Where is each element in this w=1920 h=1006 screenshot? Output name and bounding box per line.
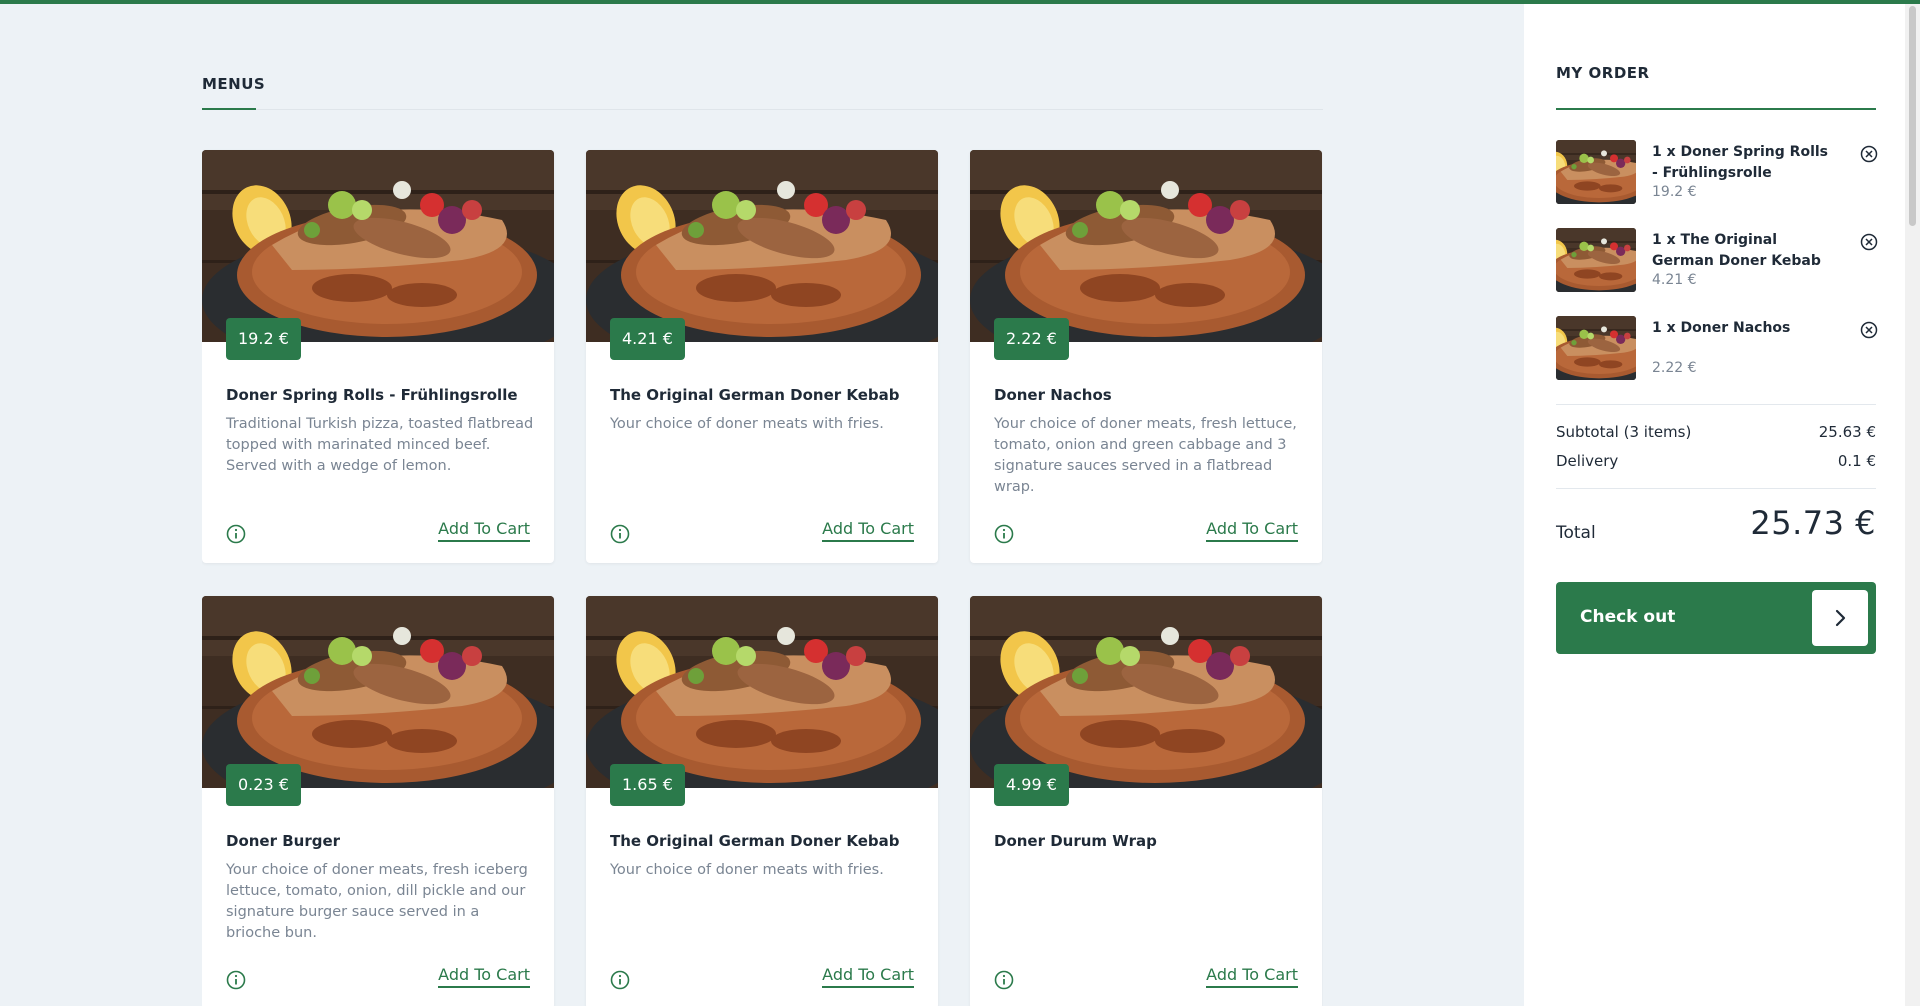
remove-item-icon[interactable] — [1860, 145, 1878, 163]
order-item-name: 1 x Doner Nachos — [1652, 320, 1791, 336]
price-badge: 2.22 € — [994, 318, 1069, 360]
subtotal-value: 25.63 € — [1818, 423, 1876, 441]
remove-item-icon[interactable] — [1860, 321, 1878, 339]
menu-item-title: Doner Nachos — [994, 386, 1112, 404]
remove-item-icon[interactable] — [1860, 233, 1878, 251]
price-badge: 1.65 € — [610, 764, 685, 806]
info-icon[interactable] — [994, 524, 1014, 544]
subtotal-row: Subtotal (3 items) 25.63 € — [1556, 423, 1876, 441]
delivery-row: Delivery 0.1 € — [1556, 452, 1876, 470]
menu-item-title: Doner Spring Rolls - Frühlingsrolle — [226, 386, 518, 404]
info-icon[interactable] — [610, 524, 630, 544]
order-item: 1 x Doner Spring Rolls - Frühlingsrolle … — [1556, 140, 1876, 206]
order-item-name: 1 x The Original German Doner Kebab — [1652, 232, 1821, 269]
menu-card: 4.99 € Doner Durum Wrap Add To Cart — [970, 596, 1322, 1006]
order-item-thumbnail — [1556, 316, 1636, 380]
menu-card: 19.2 € Doner Spring Rolls - Frühlingsrol… — [202, 150, 554, 563]
price-badge: 0.23 € — [226, 764, 301, 806]
menu-item-image — [970, 150, 1322, 342]
add-to-cart-button[interactable]: Add To Cart — [1206, 965, 1298, 988]
menu-card: 1.65 € The Original German Doner Kebab Y… — [586, 596, 938, 1006]
info-icon[interactable] — [994, 970, 1014, 990]
delivery-label: Delivery — [1556, 452, 1619, 470]
menus-title: MENUS — [202, 75, 266, 93]
menu-item-description: Traditional Turkish pizza, toasted flatb… — [226, 416, 534, 474]
menus-header: MENUS — [202, 70, 1323, 110]
add-to-cart-button[interactable]: Add To Cart — [438, 965, 530, 988]
menu-card: 2.22 € Doner Nachos Your choice of doner… — [970, 150, 1322, 563]
price-badge: 4.21 € — [610, 318, 685, 360]
menu-item-title: The Original German Doner Kebab — [610, 832, 900, 850]
page-scrollbar[interactable] — [1905, 4, 1920, 1006]
order-item-name: 1 x Doner Spring Rolls - Frühlingsrolle — [1652, 144, 1828, 181]
order-item-thumbnail — [1556, 228, 1636, 292]
info-icon[interactable] — [226, 970, 246, 990]
add-to-cart-button[interactable]: Add To Cart — [822, 519, 914, 542]
menu-item-description: Your choice of doner meats, fresh iceber… — [226, 862, 528, 941]
scrollbar-thumb[interactable] — [1909, 6, 1916, 226]
delivery-value: 0.1 € — [1837, 452, 1876, 470]
checkout-label: Check out — [1580, 607, 1676, 627]
menu-item-image — [202, 596, 554, 788]
menus-title-underline — [202, 108, 256, 110]
info-icon[interactable] — [226, 524, 246, 544]
menu-item-description: Your choice of doner meats with fries. — [610, 416, 884, 432]
menu-item-image — [202, 150, 554, 342]
checkout-button[interactable]: Check out — [1556, 582, 1876, 654]
menus-section: MENUS 19.2 € Doner Spring Rolls - Frühli… — [202, 4, 1323, 1006]
order-item: 1 x Doner Nachos 2.22 € — [1556, 316, 1876, 382]
menu-item-title: Doner Durum Wrap — [994, 832, 1157, 850]
order-item-price: 2.22 € — [1652, 360, 1697, 376]
subtotal-label: Subtotal (3 items) — [1556, 423, 1692, 441]
menu-item-image — [586, 596, 938, 788]
menu-card: 0.23 € Doner Burger Your choice of doner… — [202, 596, 554, 1006]
order-item-thumbnail — [1556, 140, 1636, 204]
info-icon[interactable] — [610, 970, 630, 990]
order-title: MY ORDER — [1556, 64, 1650, 82]
order-divider — [1556, 404, 1876, 405]
order-item: 1 x The Original German Doner Kebab 4.21… — [1556, 228, 1876, 294]
menu-item-description: Your choice of doner meats with fries. — [610, 862, 884, 878]
menu-card: 4.21 € The Original German Doner Kebab Y… — [586, 150, 938, 563]
menu-item-image — [586, 150, 938, 342]
menu-item-description: Your choice of doner meats, fresh lettuc… — [994, 416, 1297, 495]
chevron-right-icon[interactable] — [1812, 590, 1868, 646]
add-to-cart-button[interactable]: Add To Cart — [822, 965, 914, 988]
total-value: 25.73 € — [1750, 504, 1876, 542]
price-badge: 19.2 € — [226, 318, 301, 360]
add-to-cart-button[interactable]: Add To Cart — [438, 519, 530, 542]
order-sidebar: MY ORDER 1 x Doner Spring Rolls - Frühli… — [1524, 4, 1920, 1006]
order-item-price: 19.2 € — [1652, 184, 1697, 200]
order-title-rule — [1556, 108, 1876, 110]
menu-item-image — [970, 596, 1322, 788]
menu-item-title: Doner Burger — [226, 832, 341, 850]
add-to-cart-button[interactable]: Add To Cart — [1206, 519, 1298, 542]
order-item-price: 4.21 € — [1652, 272, 1697, 288]
price-badge: 4.99 € — [994, 764, 1069, 806]
total-label: Total — [1556, 523, 1596, 543]
menu-item-title: The Original German Doner Kebab — [610, 386, 900, 404]
summary-divider — [1556, 488, 1876, 489]
